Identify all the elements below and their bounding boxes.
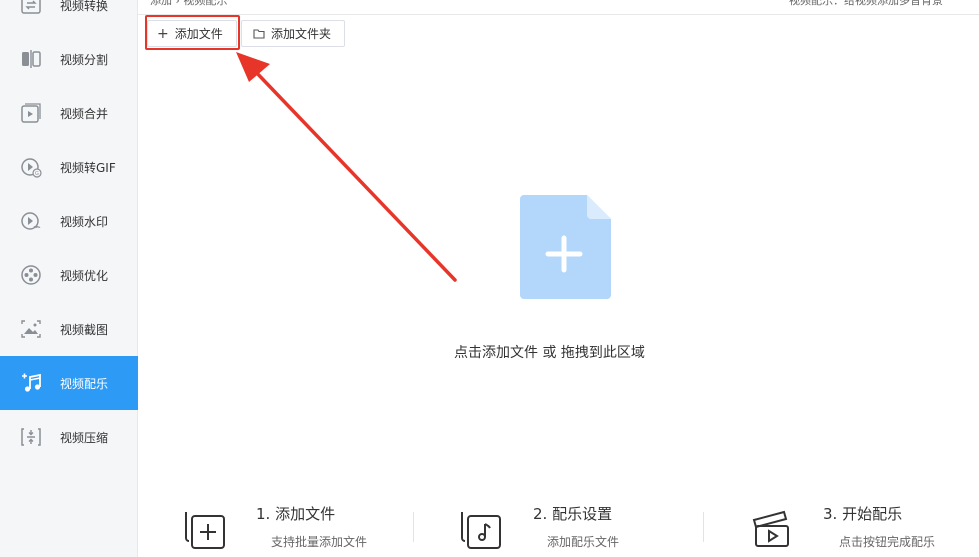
image-icon <box>19 317 43 341</box>
sidebar-item-compress[interactable]: 视频压缩 <box>0 410 138 464</box>
sidebar-item-label: 视频配乐 <box>60 376 109 391</box>
drop-zone-text[interactable]: 点击添加文件 或 拖拽到此区域 <box>454 342 645 362</box>
clapperboard-icon <box>750 504 796 550</box>
header-divider <box>138 14 979 15</box>
sidebar-item-label: 视频水印 <box>60 214 109 229</box>
sidebar-item-label: 视频合并 <box>60 106 109 121</box>
music-add-icon <box>19 371 43 395</box>
folder-icon <box>253 28 265 39</box>
sidebar-item-label: 视频压缩 <box>60 430 109 445</box>
step-desc: 支持批量添加文件 <box>271 535 368 549</box>
sidebar-item-gif[interactable]: G 视频转GIF <box>0 140 138 194</box>
add-file-label: 添加文件 <box>174 27 223 41</box>
step-title: 3. 开始配乐 <box>823 505 903 523</box>
sidebar-item-convert[interactable]: 视频转换 <box>0 0 138 32</box>
step-divider <box>413 512 414 542</box>
add-file-button[interactable]: + 添加文件 <box>147 20 237 47</box>
step-desc: 点击按钮完成配乐 <box>839 535 936 549</box>
add-folder-label: 添加文件夹 <box>271 27 332 41</box>
gif-icon: G <box>19 155 43 179</box>
sidebar-item-watermark[interactable]: 视频水印 <box>0 194 138 248</box>
convert-icon <box>19 0 43 17</box>
sidebar: 视频转换 视频分割 视频合并 G 视频转GIF 视频水印 视频优化 视频截图 视… <box>0 0 138 557</box>
annotation-arrow <box>236 52 457 282</box>
step-title: 1. 添加文件 <box>256 505 336 523</box>
sidebar-item-label: 视频转换 <box>60 0 109 13</box>
sidebar-item-split[interactable]: 视频分割 <box>0 32 138 86</box>
step-title: 2. 配乐设置 <box>533 505 613 523</box>
breadcrumb: 添加 › 视频配乐 <box>150 0 228 7</box>
sidebar-item-screenshot[interactable]: 视频截图 <box>0 302 138 356</box>
sidebar-item-music[interactable]: 视频配乐 <box>0 356 138 410</box>
sidebar-item-merge[interactable]: 视频合并 <box>0 86 138 140</box>
sidebar-item-label: 视频转GIF <box>60 160 116 175</box>
step-desc: 添加配乐文件 <box>547 535 620 549</box>
step-divider <box>703 512 704 542</box>
split-icon <box>19 47 43 71</box>
sidebar-item-label: 视频优化 <box>60 268 109 283</box>
film-reel-icon <box>19 263 43 287</box>
watermark-icon <box>19 209 43 233</box>
compress-icon <box>19 425 43 449</box>
sidebar-item-label: 视频分割 <box>60 52 109 67</box>
music-note-icon <box>458 504 504 550</box>
page-description: 视频配乐：给视频添加多音背景 <box>789 0 943 7</box>
plus-icon: + <box>157 25 169 42</box>
sidebar-item-label: 视频截图 <box>60 322 109 337</box>
sidebar-item-optimize[interactable]: 视频优化 <box>0 248 138 302</box>
merge-icon <box>19 101 43 125</box>
add-file-drop-icon[interactable] <box>518 195 611 299</box>
add-folder-button[interactable]: 添加文件夹 <box>241 20 345 47</box>
add-file-icon <box>182 504 228 550</box>
svg-text:G: G <box>35 171 39 177</box>
